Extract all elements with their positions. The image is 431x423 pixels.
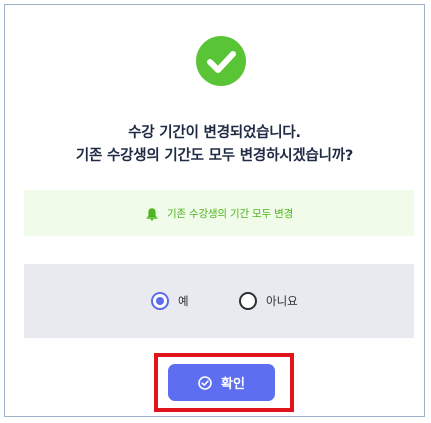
bell-icon <box>145 206 159 221</box>
dialog-message-line2: 기존 수강생의 기간도 모두 변경하시겠습니까? <box>75 148 354 164</box>
check-circle-icon <box>196 36 246 86</box>
confirm-dialog: 수강 기간이 변경되었습니다. 기존 수강생의 기간도 모두 변경하시겠습니까?… <box>4 4 425 417</box>
options-panel: 예 아니요 <box>24 264 414 338</box>
radio-unchecked-icon[interactable] <box>239 292 257 310</box>
radio-option-yes[interactable]: 예 <box>151 292 189 310</box>
dialog-message-line1: 수강 기간이 변경되었습니다. <box>128 125 301 141</box>
notice-text: 기존 수강생의 기간 모두 변경 <box>166 207 294 220</box>
confirm-button[interactable]: 확인 <box>168 364 275 401</box>
radio-label-yes: 예 <box>178 294 189 308</box>
notice-banner: 기존 수강생의 기간 모두 변경 <box>24 190 414 236</box>
radio-checked-icon[interactable] <box>151 292 169 310</box>
confirm-button-label: 확인 <box>221 376 245 391</box>
radio-option-no[interactable]: 아니요 <box>239 292 298 310</box>
check-circle-icon <box>198 375 212 390</box>
radio-label-no: 아니요 <box>266 294 298 308</box>
